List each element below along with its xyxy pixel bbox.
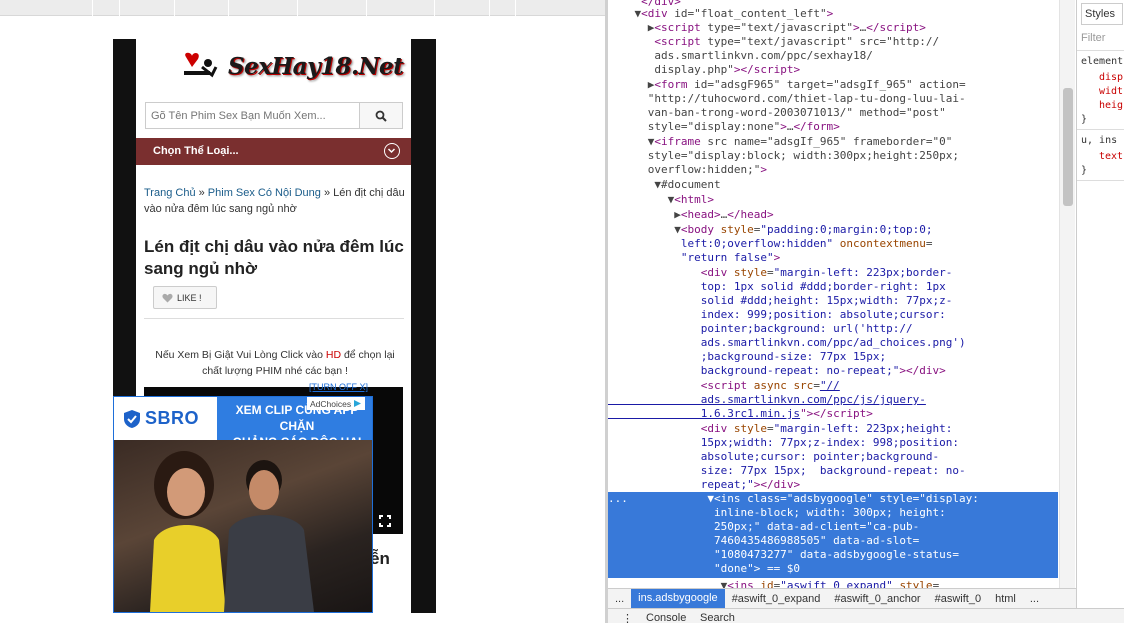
site-logo[interactable]: SexHay18.Net [180,47,404,83]
fullscreen-icon[interactable] [379,512,391,527]
tree-line[interactable]: ▶<head>…</head> [608,208,1058,222]
tree-line: 1.6.3rc1.min.js"></script> [608,407,873,420]
tree-line: repeat;"></div> [608,478,801,491]
ad-image[interactable] [114,440,372,612]
tree-line[interactable]: display.php"></script> [608,63,1058,77]
tree-line[interactable]: style="display:block; width:300px;height… [608,149,1058,163]
ad-brand-name: SBRO [145,408,200,428]
tree-line[interactable]: "http://tuhocword.com/thiet-lap-tu-dong-… [608,92,1058,106]
category-dropdown[interactable]: Chọn Thể Loại... [136,138,411,165]
tree-line: background-repeat: no-repeat;"></div> [608,364,946,377]
hd-link[interactable]: HD [326,349,341,361]
like-button[interactable]: LIKE ! [153,286,217,309]
adchoices-icon [354,400,362,407]
tree-line: ads.smartlinkvn.com/ppc/ad_choices.png') [608,336,966,349]
tree-line: "return false"> [608,251,781,264]
tree-line[interactable]: <div style="margin-left: 223px;height: [608,422,1058,436]
scrollbar-thumb[interactable] [1063,88,1073,206]
tree-line[interactable]: ▼<html> [608,193,1058,207]
dom-breadcrumb-bar: ... ins.adsbygoogle #aswift_0_expand #as… [608,588,1076,608]
elements-scrollbar[interactable] [1059,0,1075,588]
tab-styles[interactable]: Styles [1081,3,1123,25]
heart-icon [162,293,173,302]
page-viewport: SexHay18.Net Chọn Thể Loại... Trang [0,0,607,623]
shield-icon [124,409,140,428]
like-label: LIKE ! [177,292,202,303]
chevron-down-icon [384,143,400,159]
category-label: Chọn Thể Loại... [153,145,239,157]
tree-line: absolute;cursor: pointer;background- [608,450,940,463]
logo-icon [184,52,218,78]
tree-line: left:0;overflow:hidden" oncontextmenu= [608,237,933,250]
tree-line[interactable]: overflow:hidden;"> [608,163,1058,177]
crumb-ins-adsbygoogle[interactable]: ins.adsbygoogle [631,589,725,608]
styles-filter[interactable]: Filter [1081,32,1105,44]
tree-line[interactable]: <script type="text/javascript" src="http… [608,35,1058,49]
tree-line[interactable]: ▼<body style="padding:0;margin:0;top:0; [608,223,1058,237]
tree-line[interactable]: style="display:none">…</form> [608,120,1058,134]
drawer-menu-icon[interactable]: ⋮ [622,612,633,625]
tree-line: 15px;width: 77px;z-index: 998;position: [608,436,959,449]
quality-notice: Nếu Xem Bị Giật Vui Lòng Click vào HD để… [155,349,395,377]
ad-photo [150,451,314,612]
breadcrumb-home[interactable]: Trang Chủ [144,187,196,199]
tab-search[interactable]: Search [700,612,735,624]
search-input[interactable] [146,103,360,128]
tree-line: ;background-size: 77px 15px; [608,350,887,363]
crumb-aswift-expand[interactable]: #aswift_0_expand [725,593,828,605]
logo-text: SexHay18.Net [228,53,404,80]
elements-tree[interactable]: </div> ▼<div id="float_content_left"> ▶<… [608,0,1076,588]
breadcrumb: Trang Chủ » Phim Sex Có Nội Dung » Lén đ… [144,187,405,215]
ad-banner[interactable]: SBRO XEM CLIP CÙNG APP CHẶN QUẢNG CÁO ĐỘ… [114,397,372,449]
media-query-ruler [0,0,607,16]
page-title: Lén địt chị dâu vào nửa đêm lúc sang ngủ… [144,237,404,278]
overlay-ad[interactable]: SBRO XEM CLIP CÙNG APP CHẶN QUẢNG CÁO ĐỘ… [113,396,373,613]
ad-brand: SBRO [114,397,217,440]
tree-line[interactable]: <script async src="// [608,379,1058,393]
crumb-aswift[interactable]: #aswift_0 [928,593,988,605]
tree-line: top: 1px solid #ddd;border-right: 1px [608,280,946,293]
drawer-tabbar: ⋮ Console Search [608,608,1124,625]
tab-console[interactable]: Console [646,612,686,624]
tree-line[interactable]: ▼<iframe src name="adsgIf_965" framebord… [608,135,1058,149]
selected-node[interactable]: ... ▼<ins class="adsbygoogle" style="dis… [608,492,1058,578]
search-button[interactable] [359,103,402,128]
tree-line: size: 77px 15px; background-repeat: no- [608,464,966,477]
breadcrumb-category[interactable]: Phim Sex Có Nội Dung [208,187,321,199]
tree-line: pointer;background: url('http:// [608,322,913,335]
divider [144,318,404,319]
tree-line[interactable]: ▼<div id="float_content_left"> [608,7,1058,21]
crumb-more[interactable]: ... [608,593,631,605]
turn-off-ad-link[interactable]: [TURN OFF X] [309,382,368,392]
tree-line: ads.smartlinkvn.com/ppc/js/jquery- [608,393,926,406]
styles-pane: Styles Filter element disp widt heig } u… [1076,0,1124,608]
crumb-html[interactable]: html [988,593,1023,605]
devtools-panel: </div> ▼<div id="float_content_left"> ▶<… [608,0,1124,625]
tree-line: solid #ddd;height: 15px;width: 77px;z- [608,294,953,307]
tree-line: index: 999;position: absolute;cursor: [608,308,946,321]
tree-line[interactable]: ads.smartlinkvn.com/ppc/sexhay18/ [608,49,1058,63]
search-box [145,102,403,129]
adchoices-badge[interactable]: AdChoices [307,397,366,410]
tree-line[interactable]: ▶<form id="adsgF965" target="adsgIf_965"… [608,78,1058,92]
search-icon [375,110,387,122]
tree-line[interactable]: ▼<ins id="aswift_0_expand" style= [608,579,1058,588]
tree-line[interactable]: ▶<script type="text/javascript">…</scrip… [608,21,1058,35]
tree-line[interactable]: ▼#document [608,178,1058,192]
tree-line[interactable]: <div style="margin-left: 223px;border- [608,266,1058,280]
crumb-more-end[interactable]: ... [1023,593,1046,605]
tree-line[interactable]: van-ban-trong-word-2003071013/" method="… [608,106,1058,120]
crumb-aswift-anchor[interactable]: #aswift_0_anchor [827,593,927,605]
